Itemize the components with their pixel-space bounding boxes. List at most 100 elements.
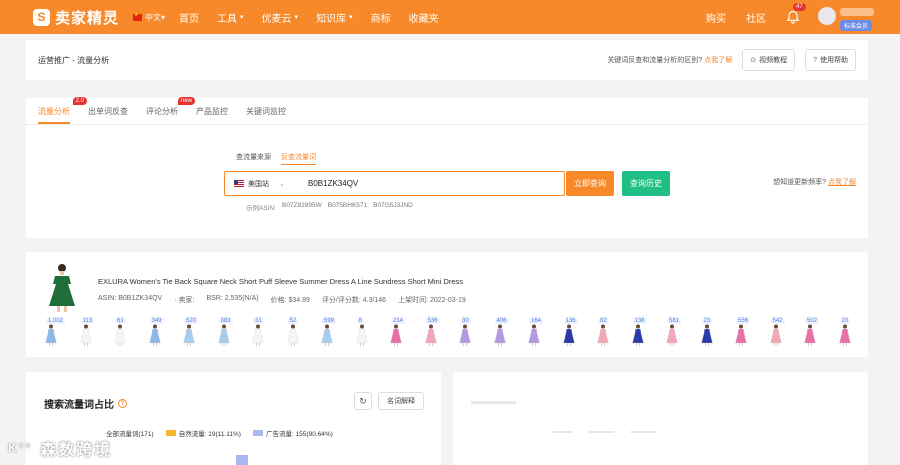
example-asin-link[interactable]: B07Z82895W bbox=[282, 202, 322, 212]
variant-thumbnail[interactable]: 138 bbox=[627, 318, 662, 350]
tab[interactable]: 关键词监控 bbox=[246, 106, 286, 124]
asin-input[interactable] bbox=[308, 179, 548, 188]
question-icon[interactable]: ? bbox=[118, 399, 127, 408]
example-asin-link[interactable]: B075BHK571 bbox=[328, 202, 367, 212]
nav-item[interactable]: 知识库 ▾ bbox=[316, 10, 353, 25]
nav-item[interactable]: 工具 ▾ bbox=[217, 10, 244, 25]
history-button[interactable]: 查询历史 bbox=[622, 171, 670, 196]
variant-keyword-count: 1,002 bbox=[46, 318, 66, 324]
tab[interactable]: 评论分析 new bbox=[146, 97, 195, 124]
tab[interactable]: 出单词反查 bbox=[88, 106, 128, 124]
legend-label: 广告流量: 155(90.64%) bbox=[265, 431, 333, 438]
top-navbar: S 卖家精灵 中文 ▾ 首页工具▾优麦云▾知识库▾商标收藏夹 购买 社区 47 … bbox=[0, 0, 900, 34]
variant-keyword-count: 542 bbox=[770, 318, 785, 324]
variant-thumbnail[interactable]: 542 bbox=[765, 318, 800, 350]
variant-thumbnail[interactable]: 23 bbox=[696, 318, 731, 350]
user-menu[interactable]: 标准会员 bbox=[818, 5, 878, 31]
nav-item[interactable]: 优麦云 ▾ bbox=[262, 10, 299, 25]
logo[interactable]: S 卖家精灵 bbox=[33, 7, 119, 28]
placeholder-bar: ▬▬▬▬ bbox=[588, 428, 615, 435]
variant-keyword-count: 61 bbox=[115, 318, 126, 324]
example-asin-link[interactable]: B07G5J3JND bbox=[373, 202, 413, 212]
variant-thumbnail[interactable]: 599 bbox=[316, 318, 351, 350]
variant-thumbnail[interactable]: 406 bbox=[489, 318, 524, 350]
tab-badge: 2.0 bbox=[72, 97, 87, 105]
variant-thumbnail[interactable]: 82 bbox=[592, 318, 627, 350]
variant-thumbnail[interactable]: 164 bbox=[523, 318, 558, 350]
product-image[interactable] bbox=[42, 262, 82, 314]
tab[interactable]: 流量分析 2.0 bbox=[38, 97, 87, 124]
dress-image bbox=[45, 324, 57, 346]
variant-thumbnail[interactable]: 113 bbox=[75, 318, 110, 350]
variant-keyword-count: 406 bbox=[494, 318, 509, 324]
legend-item-ads[interactable]: 广告流量: 155(90.64%) bbox=[252, 428, 333, 438]
tab-label: 流量分析 bbox=[38, 107, 70, 116]
feature-tabs: 流量分析 2.0 出单词反查 评论分析 new 产品监控 关键词监控 bbox=[38, 97, 304, 124]
tab-label: 产品监控 bbox=[196, 107, 228, 116]
nav-item-label: 商标 bbox=[370, 13, 391, 25]
us-flag-icon bbox=[234, 180, 244, 187]
avatar bbox=[818, 7, 836, 25]
variant-thumbnail[interactable]: 536 bbox=[420, 318, 455, 350]
legend-item-all[interactable]: 全部流量词(171) bbox=[106, 428, 154, 438]
variant-thumbnail[interactable]: 520 bbox=[178, 318, 213, 350]
dress-image bbox=[804, 324, 816, 346]
variant-thumbnail[interactable]: 581 bbox=[661, 318, 696, 350]
variant-thumbnail[interactable]: 136 bbox=[558, 318, 593, 350]
legend-swatch bbox=[252, 430, 263, 436]
tab-badge: new bbox=[177, 97, 195, 105]
variant-thumbnail[interactable]: 349 bbox=[144, 318, 179, 350]
update-learn-more-link[interactable]: 点我了解 bbox=[828, 179, 856, 186]
legend-item-organic[interactable]: 自然流量: 19(11.11%) bbox=[165, 428, 241, 438]
dress-image bbox=[459, 324, 471, 346]
help-label: 使用帮助 bbox=[820, 57, 848, 64]
tab-traffic-source[interactable]: 查流量来源 bbox=[236, 152, 271, 165]
notification-bell[interactable]: 47 bbox=[786, 3, 806, 24]
keyword-legend-placeholder: ▬▬▬ ▬▬▬▬ ▬▬▬▬ bbox=[553, 428, 673, 435]
variant-keyword-count: 23 bbox=[701, 318, 713, 324]
placeholder-bar: ▬▬▬ bbox=[553, 428, 573, 435]
search-mode-tabs: 查流量来源 反查流量词 bbox=[236, 152, 326, 165]
language-label: 中文 bbox=[145, 12, 162, 22]
variant-thumbnail[interactable]: 30 bbox=[454, 318, 489, 350]
product-meta: ASIN: B0B1ZK34QV · 卖家: BSR: 2,535(N/A) 价… bbox=[98, 295, 478, 305]
china-flag-icon bbox=[133, 12, 143, 21]
refresh-button[interactable]: ↻ bbox=[354, 392, 372, 410]
language-selector[interactable]: 中文 ▾ bbox=[133, 12, 165, 23]
learn-more-link[interactable]: 点我了解 bbox=[704, 55, 732, 65]
variant-thumbnail[interactable]: 214 bbox=[385, 318, 420, 350]
tab[interactable]: 产品监控 bbox=[196, 106, 228, 124]
community-link[interactable]: 社区 bbox=[746, 10, 766, 25]
variant-keyword-count: 164 bbox=[529, 318, 544, 324]
dress-image bbox=[769, 324, 782, 346]
variant-thumbnail[interactable]: 556 bbox=[730, 318, 765, 350]
tab-reverse-keywords[interactable]: 反查流量词 bbox=[281, 152, 316, 165]
dress-image bbox=[838, 324, 851, 346]
query-button[interactable]: 立即查询 bbox=[566, 171, 614, 196]
marketplace-select[interactable]: 美国站 ⌄ bbox=[234, 179, 298, 189]
main-nav: 首页 工具 ▾ 优麦云 ▾ 知识库 ▾ 商标 收藏夹 bbox=[179, 10, 457, 25]
variant-keyword-count: 31 bbox=[253, 318, 264, 324]
nav-item[interactable]: 收藏夹 bbox=[409, 10, 439, 25]
dress-image bbox=[424, 324, 437, 346]
chevron-down-icon: ▾ bbox=[294, 14, 299, 21]
search-box: 美国站 ⌄ bbox=[224, 171, 565, 196]
variant-thumbnail[interactable]: 383 bbox=[213, 318, 248, 350]
variant-thumbnail[interactable]: 31 bbox=[247, 318, 282, 350]
product-title[interactable]: EXLURA Women's Tie Back Square Neck Shor… bbox=[98, 277, 463, 286]
variant-thumbnail[interactable]: 61 bbox=[109, 318, 144, 350]
help-button[interactable]: ? 使用帮助 bbox=[805, 49, 856, 71]
video-tutorial-button[interactable]: ⊙ 视频教程 bbox=[742, 49, 796, 71]
placeholder-bar: ▬▬▬▬ bbox=[630, 428, 657, 435]
nav-item[interactable]: 商标 bbox=[371, 10, 391, 25]
variant-thumbnail[interactable]: 1,002 bbox=[40, 318, 75, 350]
variant-thumbnail[interactable]: 8 bbox=[351, 318, 386, 350]
glossary-button[interactable]: 名词解释 bbox=[378, 392, 424, 410]
buy-link[interactable]: 购买 bbox=[706, 10, 726, 25]
nav-item[interactable]: 首页 bbox=[179, 10, 199, 25]
variant-thumbnail[interactable]: 20 bbox=[834, 318, 869, 350]
variant-thumbnail[interactable]: 52 bbox=[282, 318, 317, 350]
variant-thumbnail[interactable]: 502 bbox=[799, 318, 834, 350]
variant-keyword-count: 383 bbox=[218, 318, 233, 324]
variant-keyword-count: 581 bbox=[667, 318, 682, 324]
